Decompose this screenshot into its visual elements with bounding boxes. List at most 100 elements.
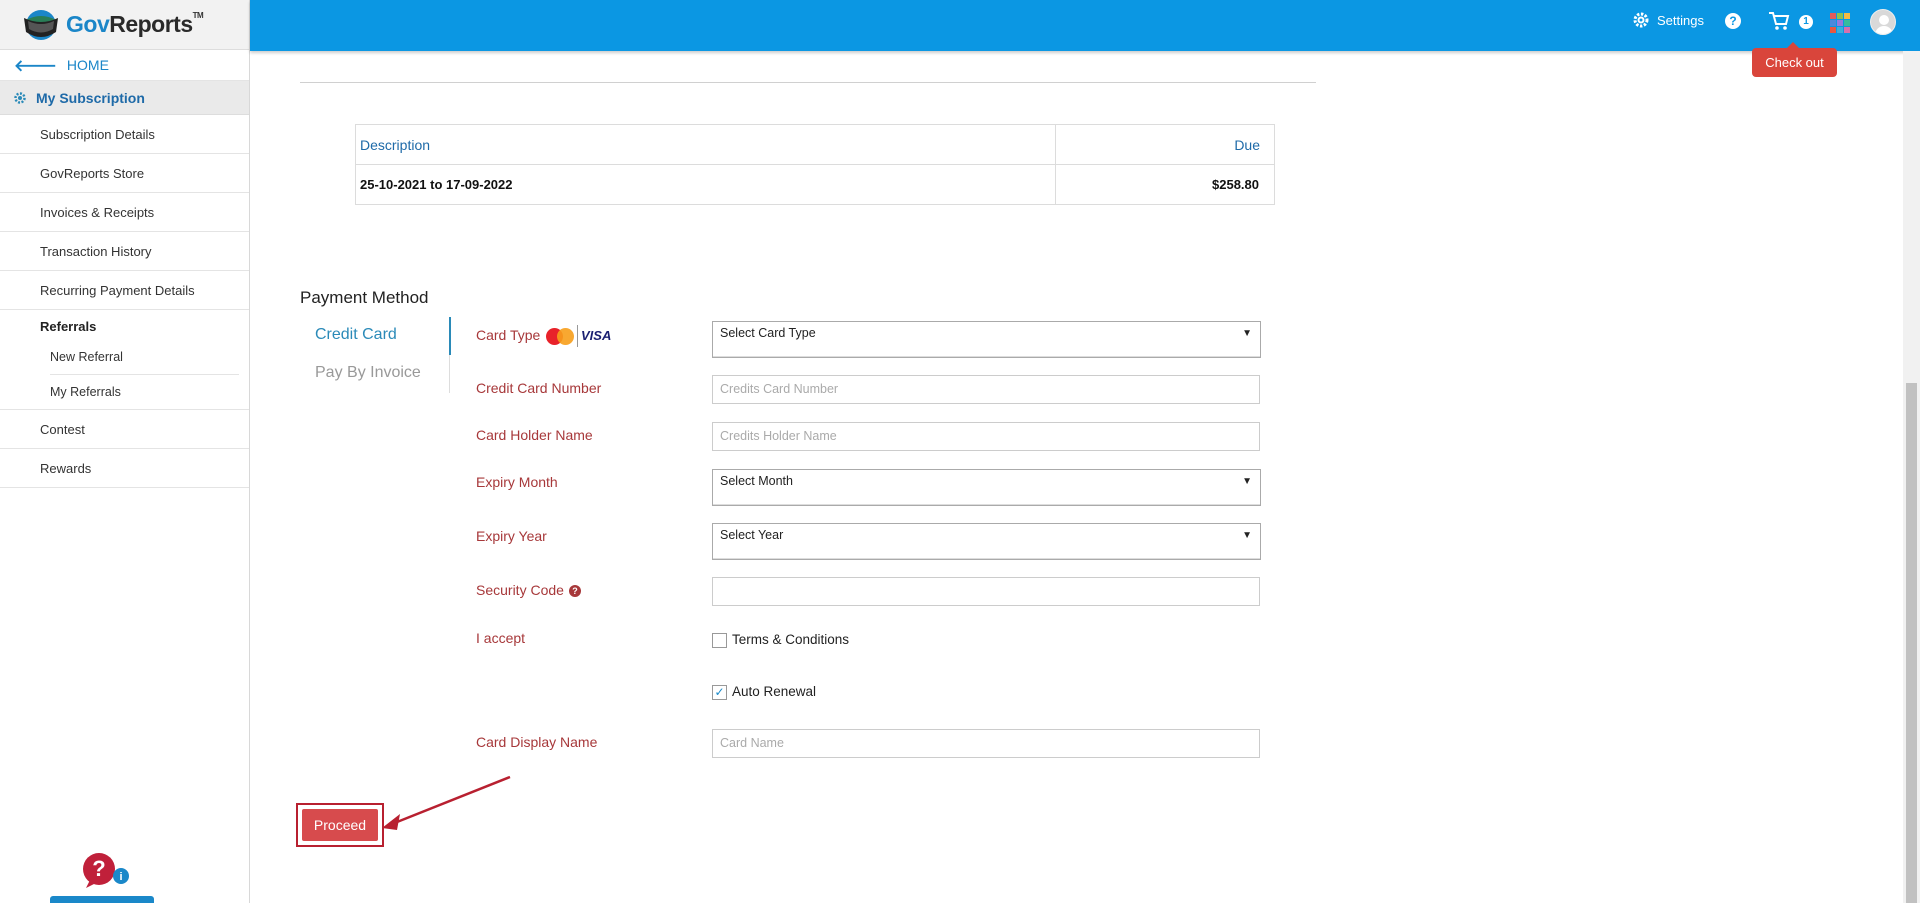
sidebar-item-transaction-history[interactable]: Transaction History <box>0 232 249 271</box>
apps-grid-tile <box>1837 13 1843 19</box>
sidebar-item-my-referrals[interactable]: My Referrals <box>50 374 239 409</box>
expiry-month-value: Select Month <box>720 474 793 488</box>
card-number-label: Credit Card Number <box>476 380 602 396</box>
i-accept-label: I accept <box>476 630 526 646</box>
sidebar-item-label: Invoices & Receipts <box>40 204 155 220</box>
holder-name-input[interactable]: Credits Holder Name <box>712 422 1260 451</box>
expiry-year-label: Expiry Year <box>476 528 547 544</box>
terms-checkbox[interactable] <box>712 633 727 648</box>
apps-grid-tile <box>1844 20 1850 26</box>
brand-reports: Reports <box>109 11 193 37</box>
apps-grid-tile <box>1844 27 1850 33</box>
apps-grid-icon[interactable] <box>1830 13 1850 33</box>
avatar-head <box>1879 15 1889 25</box>
sidebar-item-label: GovReports Store <box>40 165 145 181</box>
display-name-label: Card Display Name <box>476 734 598 750</box>
expiry-year-select[interactable]: Select Year ▼ <box>712 523 1261 560</box>
sidebar-item-label: New Referral <box>50 349 123 364</box>
tab-pay-by-invoice[interactable]: Pay By Invoice <box>315 364 421 382</box>
chevron-down-icon: ▼ <box>1242 530 1252 541</box>
mastercard-icon <box>546 327 574 345</box>
apps-grid-tile <box>1830 13 1836 19</box>
holder-name-label: Card Holder Name <box>476 427 593 443</box>
tab-credit-card[interactable]: Credit Card <box>315 326 397 344</box>
logo[interactable]: GovReportsTM <box>0 0 249 50</box>
sidebar-home-link[interactable]: 🡐 HOME <box>0 50 249 81</box>
cart-icon[interactable] <box>1768 11 1790 31</box>
top-navigation-bar: Settings ? 1 <box>250 0 1920 51</box>
gear-icon <box>1633 12 1649 28</box>
divider <box>300 82 1316 83</box>
card-type-label: Card Type <box>476 327 541 343</box>
apps-grid-tile <box>1830 20 1836 26</box>
support-widget[interactable]: ? i <box>50 852 154 903</box>
expiry-month-label: Expiry Month <box>476 474 558 490</box>
gear-icon <box>14 91 26 104</box>
security-code-label: Security Code? <box>476 582 581 598</box>
brand-name: GovReportsTM <box>66 11 204 38</box>
apps-grid-tile <box>1844 13 1850 19</box>
cart-count-badge: 1 <box>1799 15 1813 29</box>
table-row: 25-10-2021 to 17-09-2022 $258.80 <box>355 164 1275 205</box>
sidebar-item-label: Recurring Payment Details <box>40 282 195 298</box>
sidebar-item-subscription-details[interactable]: Subscription Details <box>0 115 249 154</box>
apps-grid-tile <box>1837 20 1843 26</box>
column-header-due: Due <box>1055 124 1275 165</box>
sidebar-section-my-subscription[interactable]: My Subscription <box>0 81 249 115</box>
brand-tm: TM <box>192 11 204 20</box>
mastercard-circle-orange <box>557 328 574 345</box>
svg-text:i: i <box>119 871 122 883</box>
settings-label: Settings <box>1657 12 1704 28</box>
sidebar-item-contest[interactable]: Contest <box>0 410 249 449</box>
annotation-arrow-icon <box>382 775 511 830</box>
terms-label[interactable]: Terms & Conditions <box>732 632 849 647</box>
visa-icon: VISA <box>577 325 611 347</box>
scrollbar-thumb[interactable] <box>1906 383 1917 903</box>
accepted-cards: VISA <box>546 325 611 347</box>
sidebar: GovReportsTM 🡐 HOME My Subscription Subs… <box>0 0 250 903</box>
brand-gov: Gov <box>66 11 110 37</box>
sidebar-item-label: My Referrals <box>50 385 121 399</box>
sidebar-item-invoices-receipts[interactable]: Invoices & Receipts <box>0 193 249 232</box>
sidebar-item-label: Rewards <box>40 460 92 476</box>
question-circle-icon[interactable]: ? <box>568 585 581 597</box>
display-name-input[interactable]: Card Name <box>712 729 1260 758</box>
security-code-label-text: Security Code <box>476 582 564 598</box>
card-type-select[interactable]: Select Card Type ▼ <box>712 321 1261 358</box>
invoice-due-table: Description Due 25-10-2021 to 17-09-2022… <box>355 124 1275 205</box>
security-code-input[interactable] <box>712 577 1260 606</box>
support-widget-bar[interactable] <box>50 896 154 903</box>
svg-text:?: ? <box>92 856 105 881</box>
question-circle-icon[interactable]: ? <box>1725 13 1741 29</box>
auto-renewal-checkbox[interactable]: ✓ <box>712 685 727 700</box>
expiry-year-value: Select Year <box>720 528 784 542</box>
sidebar-item-recurring-payment-details[interactable]: Recurring Payment Details <box>0 271 249 310</box>
expiry-month-select[interactable]: Select Month ▼ <box>712 469 1261 506</box>
chevron-down-icon: ▼ <box>1242 476 1252 487</box>
apps-grid-tile <box>1837 27 1843 33</box>
sidebar-group-title[interactable]: Referrals <box>0 319 249 339</box>
help-chat-icon: ? i <box>83 853 129 888</box>
sidebar-item-label: Transaction History <box>40 243 152 259</box>
proceed-button[interactable]: Proceed <box>302 809 378 841</box>
cell-due-amount: $258.80 <box>1055 164 1275 205</box>
card-number-input[interactable]: Credits Card Number <box>712 375 1260 404</box>
sidebar-section-label: My Subscription <box>36 89 145 106</box>
settings-link[interactable]: Settings <box>1633 12 1704 28</box>
sidebar-item-new-referral[interactable]: New Referral <box>50 339 239 374</box>
apps-grid-tile <box>1830 27 1836 33</box>
column-header-description: Description <box>355 124 1056 165</box>
arrow-left-icon: 🡐 <box>14 57 57 75</box>
user-avatar-icon[interactable] <box>1870 9 1896 35</box>
checkout-tooltip[interactable]: Check out <box>1752 42 1837 77</box>
payment-method-title: Payment Method <box>300 288 429 307</box>
avatar-body <box>1875 26 1893 34</box>
cell-description: 25-10-2021 to 17-09-2022 <box>355 164 1056 205</box>
globe-logo-icon <box>24 9 58 40</box>
sidebar-item-label: Subscription Details <box>40 126 155 142</box>
sidebar-item-rewards[interactable]: Rewards <box>0 449 249 488</box>
chevron-down-icon: ▼ <box>1242 328 1252 339</box>
auto-renewal-label[interactable]: Auto Renewal <box>732 684 816 699</box>
active-tab-indicator <box>449 317 451 355</box>
sidebar-item-govreports-store[interactable]: GovReports Store <box>0 154 249 193</box>
